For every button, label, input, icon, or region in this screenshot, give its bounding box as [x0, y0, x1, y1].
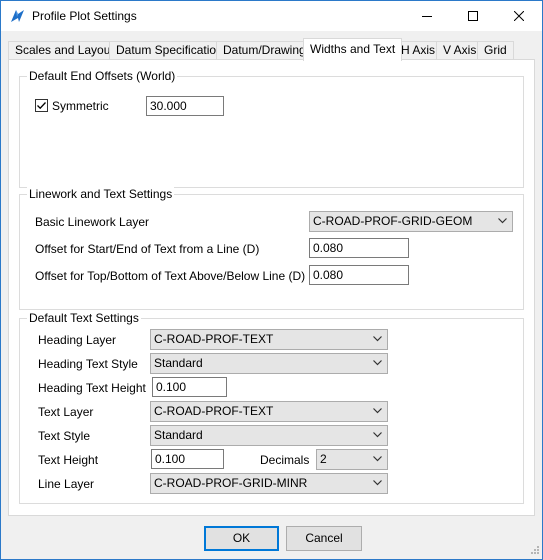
heading-text-style-label: Heading Text Style: [38, 357, 138, 371]
resize-grip-icon[interactable]: [528, 545, 540, 557]
profile-plot-settings-dialog: Profile Plot Settings Scales and Layout …: [0, 0, 543, 560]
tab-grid[interactable]: Grid: [477, 41, 514, 60]
end-offset-input[interactable]: 30.000: [146, 96, 224, 116]
window-title: Profile Plot Settings: [32, 9, 137, 23]
heading-layer-select[interactable]: C-ROAD-PROF-TEXT: [150, 329, 388, 350]
text-settings-group: Default Text Settings Heading Layer C-RO…: [19, 311, 524, 504]
ok-button[interactable]: OK: [204, 526, 279, 551]
text-layer-label: Text Layer: [38, 405, 94, 419]
close-icon: [514, 11, 524, 21]
chevron-down-icon: [373, 360, 382, 366]
cancel-button[interactable]: Cancel: [286, 526, 362, 551]
decimals-select[interactable]: 2: [316, 449, 388, 470]
end-offsets-group-title: Default End Offsets (World): [27, 69, 178, 83]
text-style-value: Standard: [154, 428, 203, 442]
heading-text-style-value: Standard: [154, 356, 203, 370]
chevron-down-icon: [373, 408, 382, 414]
text-layer-value: C-ROAD-PROF-TEXT: [154, 404, 274, 418]
heading-text-height-input[interactable]: 0.100: [152, 377, 227, 397]
heading-text-style-select[interactable]: Standard: [150, 353, 388, 374]
decimals-label: Decimals: [260, 453, 310, 467]
basic-linework-layer-label: Basic Linework Layer: [35, 215, 150, 229]
text-height-label: Text Height: [38, 453, 99, 467]
end-offsets-group: Default End Offsets (World) Symmetric 30…: [19, 69, 524, 188]
start-end-offset-label: Offset for Start/End of Text from a Line…: [35, 242, 260, 256]
text-height-input[interactable]: 0.100: [151, 449, 224, 469]
tab-scales-and-layout[interactable]: Scales and Layout: [8, 41, 121, 60]
title-bar[interactable]: Profile Plot Settings: [1, 1, 542, 31]
maximize-button[interactable]: [450, 1, 496, 31]
heading-text-height-label: Heading Text Height: [38, 381, 146, 395]
app-logo-icon: [11, 10, 24, 22]
text-layer-select[interactable]: C-ROAD-PROF-TEXT: [150, 401, 388, 422]
top-bottom-offset-input[interactable]: 0.080: [309, 265, 409, 285]
linework-group: Linework and Text Settings Basic Linewor…: [19, 187, 524, 310]
chevron-down-icon: [373, 456, 382, 462]
heading-layer-label: Heading Layer: [38, 333, 117, 347]
widths-and-text-panel: Default End Offsets (World) Symmetric 30…: [8, 59, 535, 516]
text-style-select[interactable]: Standard: [150, 425, 388, 446]
start-end-offset-input[interactable]: 0.080: [309, 238, 409, 258]
checkmark-icon: [37, 102, 46, 110]
minimize-icon: [422, 16, 432, 17]
chevron-down-icon: [373, 432, 382, 438]
tab-datum-drawing[interactable]: Datum/Drawing: [216, 41, 313, 60]
top-bottom-offset-label: Offset for Top/Bottom of Text Above/Belo…: [35, 269, 306, 283]
line-layer-value: C-ROAD-PROF-GRID-MINR: [154, 476, 308, 490]
symmetric-label: Symmetric: [52, 99, 109, 113]
text-settings-group-title: Default Text Settings: [27, 311, 141, 325]
tab-widths-and-text[interactable]: Widths and Text: [303, 38, 403, 61]
text-style-label: Text Style: [38, 429, 91, 443]
close-button[interactable]: [496, 1, 542, 31]
symmetric-checkbox[interactable]: [35, 99, 48, 112]
linework-group-title: Linework and Text Settings: [27, 187, 175, 201]
minimize-button[interactable]: [404, 1, 450, 31]
chevron-down-icon: [373, 480, 382, 486]
line-layer-label: Line Layer: [38, 477, 95, 491]
maximize-icon: [468, 11, 478, 21]
tab-datum-specification[interactable]: Datum Specification: [109, 41, 230, 60]
heading-layer-value: C-ROAD-PROF-TEXT: [154, 332, 274, 346]
line-layer-select[interactable]: C-ROAD-PROF-GRID-MINR: [150, 473, 388, 494]
chevron-down-icon: [373, 336, 382, 342]
basic-linework-layer-select[interactable]: C-ROAD-PROF-GRID-GEOM: [309, 211, 513, 232]
chevron-down-icon: [498, 218, 507, 224]
decimals-value: 2: [320, 452, 327, 466]
basic-linework-layer-value: C-ROAD-PROF-GRID-GEOM: [313, 214, 473, 228]
